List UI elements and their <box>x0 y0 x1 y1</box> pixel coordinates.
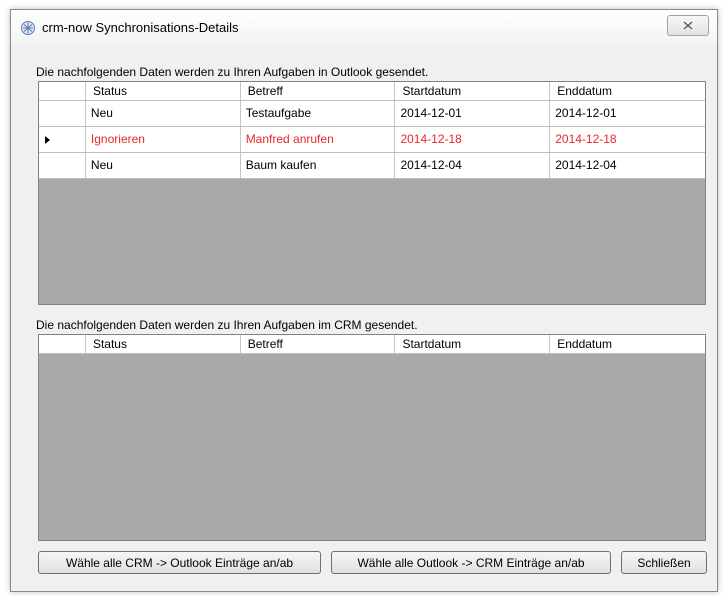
cell-betreff[interactable]: Testaufgabe <box>241 101 396 126</box>
table-row[interactable]: Ignorieren Manfred anrufen 2014-12-18 20… <box>39 127 705 153</box>
table-row[interactable]: Neu Baum kaufen 2014-12-04 2014-12-04 <box>39 153 705 179</box>
cell-status[interactable]: Ignorieren <box>86 127 241 152</box>
column-header-betreff[interactable]: Betreff <box>241 82 396 100</box>
column-header-betreff[interactable]: Betreff <box>241 335 396 353</box>
cell-status[interactable]: Neu <box>86 153 241 178</box>
row-selector[interactable] <box>39 101 86 126</box>
cell-startdatum[interactable]: 2014-12-01 <box>395 101 551 126</box>
row-selector[interactable] <box>39 153 86 178</box>
title-bar: crm-now Synchronisations-Details <box>11 10 717 44</box>
crm-tasks-grid[interactable]: Status Betreff Startdatum Enddatum <box>38 334 706 541</box>
window-title: crm-now Synchronisations-Details <box>42 20 239 35</box>
column-header-startdatum[interactable]: Startdatum <box>395 82 551 100</box>
close-window-button[interactable] <box>667 15 709 36</box>
sync-details-window: crm-now Synchronisations-Details Die nac… <box>10 9 718 592</box>
cell-enddatum[interactable]: 2014-12-18 <box>550 127 705 152</box>
outlook-grid-header: Status Betreff Startdatum Enddatum <box>39 82 705 101</box>
row-header-corner <box>39 82 86 100</box>
table-row[interactable]: Neu Testaufgabe 2014-12-01 2014-12-01 <box>39 101 705 127</box>
outlook-tasks-grid[interactable]: Status Betreff Startdatum Enddatum Neu T… <box>38 81 706 305</box>
cell-enddatum[interactable]: 2014-12-01 <box>550 101 705 126</box>
cell-status[interactable]: Neu <box>86 101 241 126</box>
crm-grid-header: Status Betreff Startdatum Enddatum <box>39 335 705 354</box>
column-header-enddatum[interactable]: Enddatum <box>550 335 705 353</box>
close-button[interactable]: Schließen <box>621 551 707 574</box>
cell-betreff[interactable]: Baum kaufen <box>241 153 396 178</box>
cell-enddatum[interactable]: 2014-12-04 <box>550 153 705 178</box>
cell-betreff[interactable]: Manfred anrufen <box>241 127 396 152</box>
crm-now-logo-icon <box>21 21 35 35</box>
column-header-enddatum[interactable]: Enddatum <box>550 82 705 100</box>
toggle-outlook-to-crm-button[interactable]: Wähle alle Outlook -> CRM Einträge an/ab <box>331 551 611 574</box>
column-header-status[interactable]: Status <box>86 82 241 100</box>
cell-startdatum[interactable]: 2014-12-18 <box>395 127 551 152</box>
cell-startdatum[interactable]: 2014-12-04 <box>395 153 551 178</box>
row-header-corner <box>39 335 86 353</box>
column-header-startdatum[interactable]: Startdatum <box>395 335 551 353</box>
row-pointer-icon <box>45 136 50 144</box>
crm-section-label: Die nachfolgenden Daten werden zu Ihren … <box>36 318 418 332</box>
outlook-section-label: Die nachfolgenden Daten werden zu Ihren … <box>36 65 429 79</box>
column-header-status[interactable]: Status <box>86 335 241 353</box>
row-selector[interactable] <box>39 127 86 152</box>
toggle-crm-to-outlook-button[interactable]: Wähle alle CRM -> Outlook Einträge an/ab <box>38 551 321 574</box>
close-icon <box>683 21 693 30</box>
